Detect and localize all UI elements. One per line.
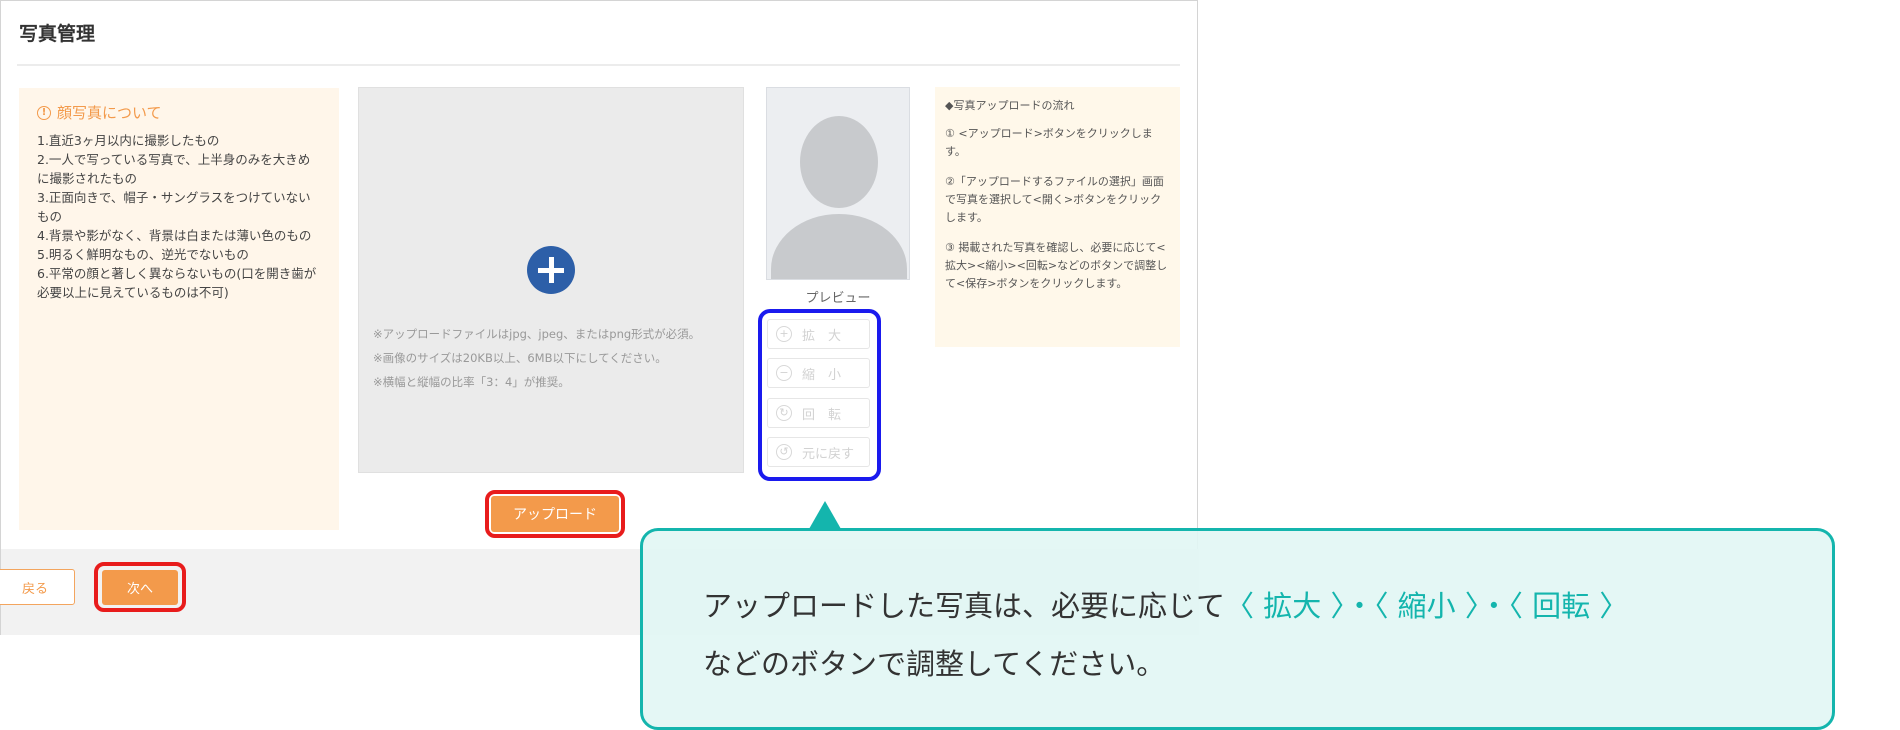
reset-button[interactable]: ↺ 元に戻す <box>767 437 870 467</box>
upload-dropzone[interactable]: ※アップロードファイルはjpg、jpeg、またはpng形式が必須。 ※画像のサイ… <box>358 87 744 473</box>
zoom-out-icon: − <box>776 365 792 381</box>
plus-circle-icon[interactable] <box>527 246 575 294</box>
preview-label: プレビュー <box>805 291 871 306</box>
rotate-icon: ↻ <box>776 405 792 421</box>
reset-label: 元に戻す <box>802 446 855 462</box>
list-item: 6.平常の顔と著しく異ならないもの(口を開き歯が必要以上に見えているものは不可) <box>37 266 317 300</box>
upload-button[interactable]: アップロード <box>491 496 619 532</box>
person-silhouette-icon <box>800 116 878 208</box>
callout-zoom-in: 〈 拡大 〉 <box>1225 589 1345 623</box>
callout-text: アップロードした写真は、必要に応じて <box>703 589 1226 623</box>
dialog-title: 写真管理 <box>19 23 96 45</box>
requirements-heading-text: 顔写真について <box>57 104 162 122</box>
zoom-out-button[interactable]: − 縮 小 <box>767 358 870 388</box>
callout-separator: ・ <box>1344 589 1374 623</box>
upload-note: ※画像のサイズは20KB以上、6MB以下にしてください。 <box>373 351 667 365</box>
flow-step: ① <アップロード>ボタンをクリックします。 <box>945 127 1153 158</box>
reset-icon: ↺ <box>776 444 792 460</box>
upload-note: ※横幅と縦幅の比率「3：4」が推奨。 <box>373 375 570 389</box>
rotate-button[interactable]: ↻ 回 転 <box>767 398 870 428</box>
list-item: 3.正面向きで、帽子・サングラスをつけていないもの <box>37 190 311 224</box>
requirements-heading: ! 顔写真について <box>37 102 321 123</box>
rotate-label: 回 転 <box>802 407 842 423</box>
list-item: 5.明るく鮮明なもの、逆光でないもの <box>37 247 249 262</box>
instruction-callout: アップロードした写真は、必要に応じて〈 拡大 〉・〈 縮小 〉・〈 回転 〉 な… <box>640 528 1835 730</box>
zoom-in-label: 拡 大 <box>802 328 842 344</box>
flow-step: ③ 掲載された写真を確認し、必要に応じて<拡大><縮小><回転>などのボタンで調… <box>945 241 1168 290</box>
list-item: 2.一人で写っている写真で、上半身のみを大きめに撮影されたもの <box>37 152 311 186</box>
list-item: 1.直近3ヶ月以内に撮影したもの <box>37 133 220 148</box>
callout-zoom-out: 〈 縮小 〉 <box>1373 589 1480 623</box>
callout-pointer <box>809 501 841 529</box>
callout-rotate: 〈 回転 〉 <box>1508 589 1629 623</box>
next-button[interactable]: 次へ <box>102 570 178 605</box>
upload-flow-panel: ◆写真アップロードの流れ ① <アップロード>ボタンをクリックします。 ②「アッ… <box>935 87 1180 347</box>
zoom-out-label: 縮 小 <box>802 367 842 383</box>
zoom-in-icon: + <box>776 326 792 342</box>
callout-line-2: などのボタンで調整してください。 <box>703 647 1166 681</box>
callout-separator: ・ <box>1479 589 1509 623</box>
upload-notes: ※アップロードファイルはjpg、jpeg、またはpng形式が必須。 ※画像のサイ… <box>373 322 700 394</box>
zoom-in-button[interactable]: + 拡 大 <box>767 319 870 349</box>
flow-heading: ◆写真アップロードの流れ <box>945 99 1075 112</box>
preview-image <box>766 87 910 280</box>
list-item: 4.背景や影がなく、背景は白または薄い色のもの <box>37 228 312 243</box>
photo-requirements-panel: ! 顔写真について 1.直近3ヶ月以内に撮影したもの 2.一人で写っている写真で… <box>19 88 339 530</box>
callout-line-1: アップロードした写真は、必要に応じて〈 拡大 〉・〈 縮小 〉・〈 回転 〉 <box>703 577 1772 635</box>
tutorial-page: 写真管理 ! 顔写真について 1.直近3ヶ月以内に撮影したもの 2.一人で写って… <box>0 0 1900 730</box>
person-silhouette-body <box>771 214 907 279</box>
title-divider <box>17 64 1180 66</box>
upload-note: ※アップロードファイルはjpg、jpeg、またはpng形式が必須。 <box>373 327 701 341</box>
info-icon: ! <box>37 105 51 120</box>
back-button[interactable]: 戻る <box>0 569 75 605</box>
flow-step: ②「アップロードするファイルの選択」画面で写真を選択して<開く>ボタンをクリック… <box>945 175 1164 224</box>
requirements-list: 1.直近3ヶ月以内に撮影したもの 2.一人で写っている写真で、上半身のみを大きめ… <box>37 131 321 302</box>
